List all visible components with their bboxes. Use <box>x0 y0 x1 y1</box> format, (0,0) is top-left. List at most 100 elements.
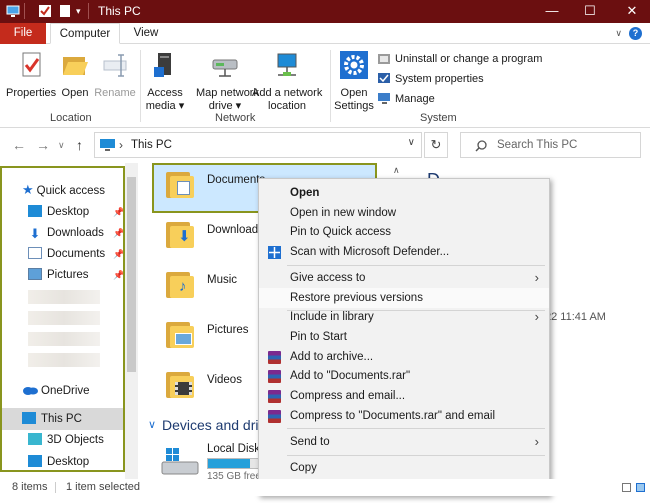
title-bar: ▾ This PC — ☐ ✕ <box>0 0 650 23</box>
tab-view[interactable]: View <box>126 23 166 44</box>
documents-folder-icon <box>166 170 198 200</box>
folder-pictures[interactable]: Pictures <box>207 324 249 336</box>
status-bar: 8 items 1 item selected <box>0 479 650 496</box>
search-icon <box>475 140 487 152</box>
details-scroll-up-icon[interactable]: ∧ <box>393 165 400 176</box>
open-settings-button[interactable]: Open Settings <box>334 50 374 113</box>
properties-quick-icon[interactable] <box>38 4 52 18</box>
details-date-modified: 22 11:41 AM <box>545 311 606 323</box>
menu-item-add-archive[interactable]: Add to archive... <box>259 347 549 367</box>
disk-usage-fill <box>208 459 250 468</box>
nav-scrollbar[interactable] <box>125 163 138 479</box>
menu-item-scan-defender[interactable]: Scan with Microsoft Defender... <box>259 242 549 262</box>
tab-file[interactable]: File <box>0 23 46 44</box>
menu-item-pin-start[interactable]: Pin to Start <box>259 327 549 347</box>
menu-item-restore-versions[interactable]: Restore previous versions <box>259 288 549 308</box>
network-drive-icon <box>212 59 238 77</box>
breadcrumb-this-pc[interactable]: This PC <box>131 139 172 151</box>
menu-item-pin-quick-access[interactable]: Pin to Quick access <box>259 222 549 242</box>
menu-item-copy[interactable]: Copy <box>259 458 549 478</box>
properties-button[interactable]: Properties <box>6 50 56 100</box>
menu-item-compress-email[interactable]: Compress and email... <box>259 386 549 406</box>
forward-arrow-icon[interactable]: → <box>36 137 50 153</box>
menu-item-open-new-window[interactable]: Open in new window <box>259 203 549 223</box>
submenu-arrow-icon: › <box>534 309 539 324</box>
defender-shield-icon <box>268 246 281 259</box>
media-server-icon <box>154 53 171 77</box>
system-properties-icon <box>378 73 390 83</box>
status-separator <box>55 482 56 493</box>
local-disk-label[interactable]: Local Disk <box>207 443 260 455</box>
add-network-location-button[interactable]: Add a network location <box>252 50 322 113</box>
ribbon-separator <box>330 50 331 122</box>
rename-button[interactable]: Rename <box>94 50 136 100</box>
folder-music[interactable]: Music <box>207 274 237 286</box>
submenu-arrow-icon: › <box>534 270 539 285</box>
music-folder-icon: ♪ <box>166 270 198 300</box>
context-menu: Open Open in new window Pin to Quick acc… <box>258 178 550 499</box>
videos-folder-icon <box>166 370 198 400</box>
system-properties-button[interactable]: System properties <box>378 71 484 89</box>
search-box[interactable]: Search This PC <box>460 132 641 158</box>
details-view-icon[interactable] <box>622 483 631 492</box>
menu-item-open[interactable]: Open <box>259 183 549 203</box>
devices-section-header[interactable]: Devices and driv <box>162 417 266 433</box>
refresh-button[interactable]: ↻ <box>424 132 448 158</box>
minimize-button[interactable]: — <box>542 2 562 20</box>
new-folder-quick-icon[interactable] <box>58 4 72 18</box>
back-arrow-icon[interactable]: ← <box>12 137 26 153</box>
uninstall-program-button[interactable]: Uninstall or change a program <box>378 51 542 69</box>
breadcrumb-separator-icon: › <box>119 138 123 152</box>
settings-gear-icon <box>340 51 368 79</box>
open-button[interactable]: Open <box>58 50 92 100</box>
up-arrow-icon[interactable]: ↑ <box>76 137 83 153</box>
recent-locations-chevron-icon[interactable]: ∨ <box>58 140 65 151</box>
navigation-highlight-box <box>0 166 125 472</box>
scrollbar-thumb[interactable] <box>127 177 136 372</box>
rename-icon <box>103 54 127 77</box>
map-network-drive-button[interactable]: Map network drive ▾ <box>196 50 259 113</box>
open-folder-icon <box>63 57 88 75</box>
local-disk-icon <box>161 448 199 475</box>
menu-separator <box>287 455 545 456</box>
downloads-folder-icon: ⬇ <box>166 220 198 250</box>
close-button[interactable]: ✕ <box>622 2 642 20</box>
winrar-icon <box>268 370 281 383</box>
location-group-label: Location <box>50 112 92 124</box>
network-location-icon <box>277 53 297 76</box>
winrar-icon <box>268 351 281 364</box>
item-count: 8 items <box>12 481 48 493</box>
address-row: ← → ∨ ↑ › This PC ∨ ↻ Search This PC <box>0 128 650 163</box>
this-pc-icon <box>6 5 20 17</box>
manage-computer-icon <box>378 93 390 104</box>
winrar-icon <box>268 390 281 403</box>
menu-item-include-library[interactable]: Include in library › <box>259 307 549 327</box>
menu-item-give-access[interactable]: Give access to › <box>259 268 549 288</box>
pictures-folder-icon <box>166 320 198 350</box>
folder-videos[interactable]: Videos <box>207 374 242 386</box>
window-title: This PC <box>98 4 141 18</box>
menu-separator <box>287 265 545 266</box>
menu-item-compress-rar-email[interactable]: Compress to "Documents.rar" and email <box>259 406 549 426</box>
large-icons-view-icon[interactable] <box>636 483 645 492</box>
submenu-arrow-icon: › <box>534 434 539 449</box>
folder-documents[interactable]: Documents <box>207 174 265 186</box>
section-collapse-icon[interactable]: ∨ <box>148 418 156 431</box>
winrar-icon <box>268 410 281 423</box>
refresh-icon: ↻ <box>430 137 442 152</box>
manage-button[interactable]: Manage <box>378 91 435 109</box>
collapse-ribbon-icon[interactable]: ∨ <box>615 28 622 39</box>
help-icon[interactable]: ? <box>629 27 642 40</box>
access-media-button[interactable]: Access media ▾ <box>144 50 186 113</box>
ribbon-tabs: File Computer View ∨ ? <box>0 23 650 44</box>
address-dropdown-icon[interactable]: ∨ <box>408 137 415 148</box>
tab-computer[interactable]: Computer <box>50 23 120 44</box>
address-bar[interactable]: › This PC ∨ <box>94 132 422 158</box>
menu-separator <box>287 428 545 429</box>
properties-icon <box>22 52 41 77</box>
system-group-label: System <box>420 112 457 124</box>
menu-item-add-rar[interactable]: Add to "Documents.rar" <box>259 366 549 386</box>
folder-downloads[interactable]: Downloads <box>207 224 264 236</box>
menu-item-send-to[interactable]: Send to › <box>259 432 549 452</box>
maximize-button[interactable]: ☐ <box>580 2 600 20</box>
